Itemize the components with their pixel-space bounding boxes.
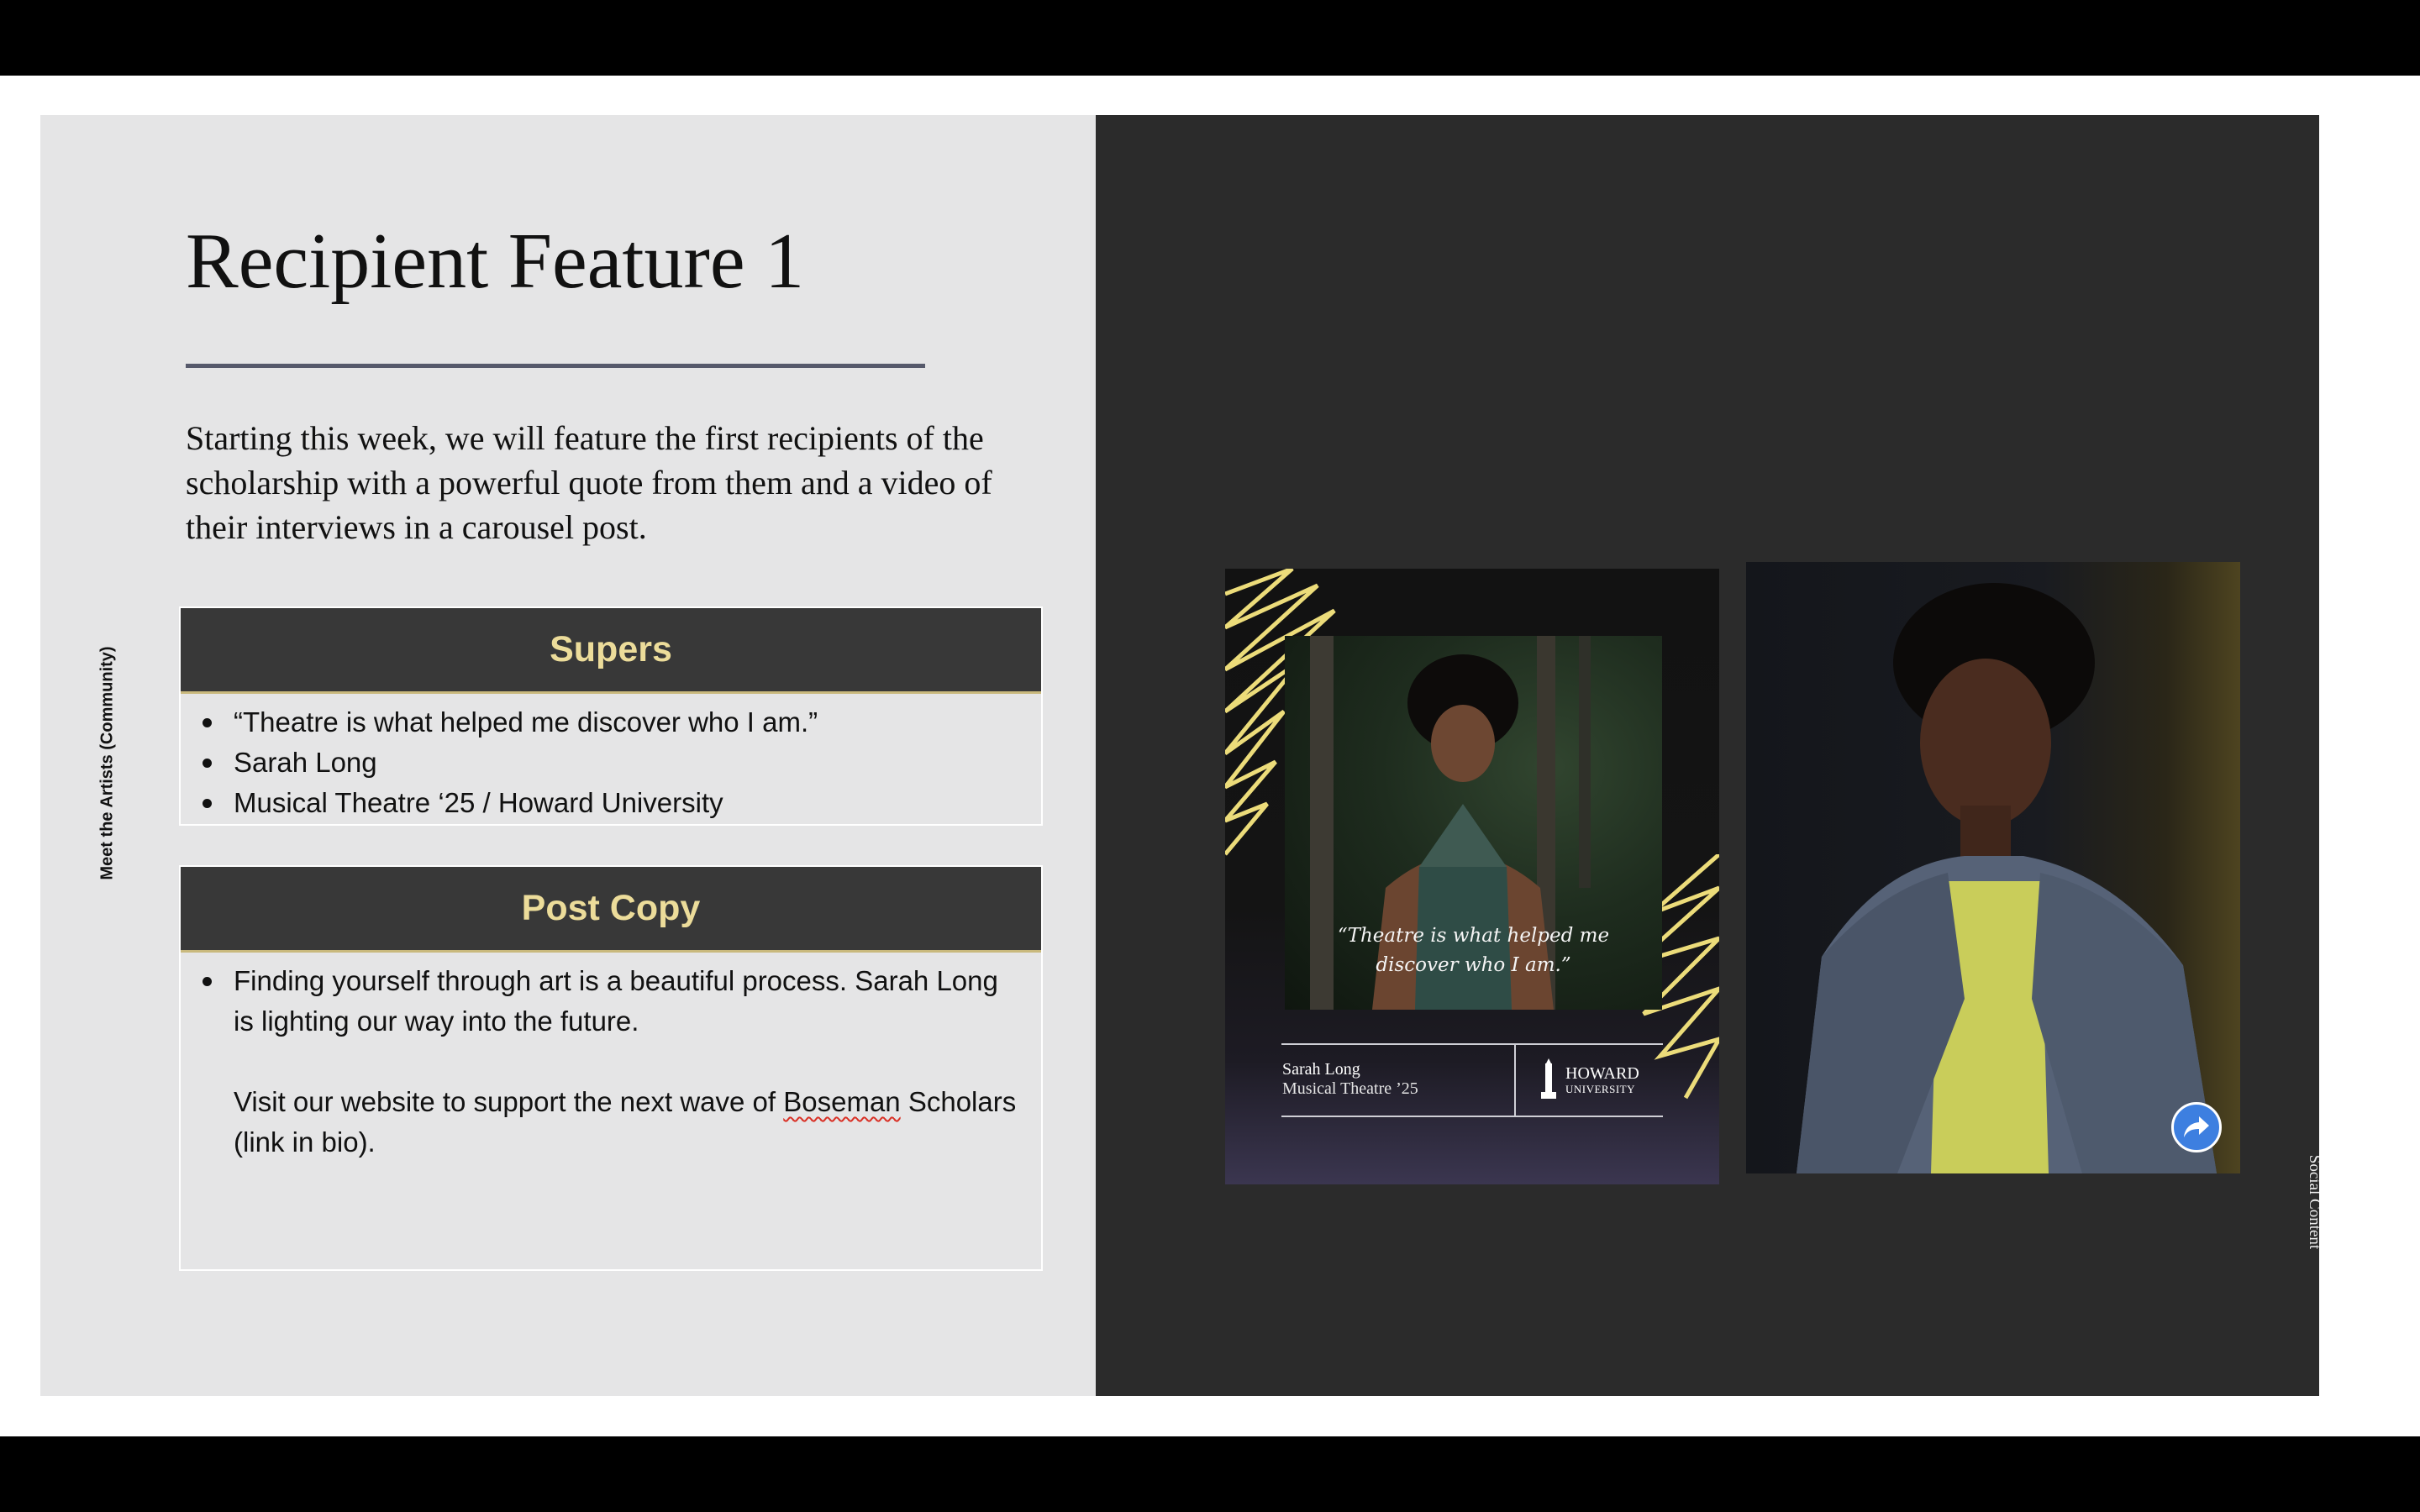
footer-divider — [1514, 1045, 1516, 1116]
list-item: Sarah Long — [181, 743, 1041, 783]
supers-header-label: Supers — [550, 629, 672, 669]
howard-logo-line-1: HOWARD — [1565, 1064, 1639, 1083]
share-button[interactable] — [2171, 1102, 2222, 1152]
slide-left-panel: Meet the Artists (Community) Recipient F… — [40, 115, 1096, 1396]
title-divider — [186, 364, 925, 368]
misspelled-word[interactable]: Boseman — [783, 1086, 900, 1117]
side-label-left: Meet the Artists (Community) — [97, 646, 117, 880]
list-item: “Theatre is what helped me discover who … — [181, 702, 1041, 743]
share-arrow-icon — [2184, 1116, 2209, 1137]
list-item: Finding yourself through art is a beauti… — [181, 961, 1041, 1163]
footer-rule-bottom — [1281, 1116, 1663, 1117]
recipient-photo: “Theatre is what helped me discover who … — [1285, 636, 1662, 1010]
post-copy-header-label: Post Copy — [521, 888, 701, 928]
interview-portrait-illustration — [1797, 583, 2217, 1173]
intro-paragraph: Starting this week, we will feature the … — [186, 419, 992, 546]
quote-line-1: “Theatre is what helped me — [1337, 925, 1610, 947]
card-recipient-major: Musical Theatre ’25 — [1282, 1079, 1418, 1098]
howard-tower-icon — [1541, 1058, 1556, 1099]
post-copy-list: Finding yourself through art is a beauti… — [181, 953, 1041, 1163]
quote-line-2: discover who I am.” — [1376, 954, 1571, 976]
list-item: Musical Theatre ‘25 / Howard University — [181, 783, 1041, 823]
post-quote: “Theatre is what helped me discover who … — [1285, 921, 1662, 980]
side-label-right: Social Content — [2306, 1154, 2319, 1250]
post-copy-header: Post Copy — [181, 867, 1041, 953]
supers-header: Supers — [181, 608, 1041, 694]
carousel-post-graphic[interactable]: “Theatre is what helped me discover who … — [1225, 569, 1719, 1184]
post-copy-line-1: Finding yourself through art is a beauti… — [234, 965, 998, 1037]
footer-rule-top — [1281, 1043, 1663, 1045]
slide-title: Recipient Feature 1 — [186, 218, 805, 305]
post-copy-line-2-start: Visit our website to support the next wa… — [234, 1086, 784, 1117]
howard-logo-line-2: UNIVERSITY — [1565, 1083, 1635, 1095]
supers-list: “Theatre is what helped me discover who … — [181, 694, 1041, 823]
slide: Meet the Artists (Community) Recipient F… — [40, 115, 2319, 1396]
interview-video-thumbnail[interactable] — [1746, 562, 2240, 1173]
card-recipient-name: Sarah Long — [1282, 1060, 1360, 1079]
supers-box: Supers “Theatre is what helped me discov… — [179, 606, 1043, 826]
post-copy-box: Post Copy Finding yourself through art i… — [179, 865, 1043, 1271]
